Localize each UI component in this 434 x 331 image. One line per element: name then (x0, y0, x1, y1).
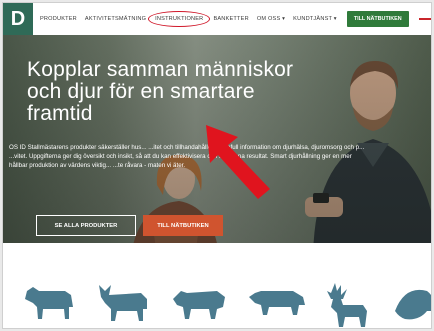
animal-categories (3, 247, 432, 329)
nav-item-produkter[interactable]: PRODUKTER (40, 16, 77, 22)
hero-headline: Kopplar samman människor och djur för en… (27, 58, 294, 125)
nav-item-om-oss[interactable]: OM OSS ▾ (257, 16, 285, 22)
fish-icon[interactable] (391, 281, 432, 325)
annotation-arrow-icon (206, 125, 270, 199)
sheep-icon[interactable] (171, 281, 227, 321)
hero-description: OS ID Stallmästarens produkter säkerstäl… (9, 144, 365, 169)
nav-item-banketter[interactable]: BANKETTER (213, 16, 248, 22)
top-navigation: D PRODUKTER AKTIVITETSMÄTNING INSTRUKTIO… (3, 3, 431, 35)
reindeer-icon[interactable] (321, 281, 371, 329)
brand-logo[interactable]: D (3, 3, 33, 35)
language-flag-icon[interactable] (418, 15, 431, 23)
browser-viewport: D PRODUKTER AKTIVITETSMÄTNING INSTRUKTIO… (2, 2, 432, 329)
nav-item-instruktioner[interactable]: INSTRUKTIONER (148, 11, 211, 27)
nav-item-aktivitetsmatning[interactable]: AKTIVITETSMÄTNING (85, 16, 146, 22)
shop-button[interactable]: TILL NÄTBUTIKEN (346, 11, 409, 27)
hero-banner: Kopplar samman människor och djur för en… (3, 35, 431, 243)
pig-icon[interactable] (247, 281, 307, 319)
nav-menu: PRODUKTER AKTIVITETSMÄTNING INSTRUKTIONE… (40, 11, 431, 27)
see-all-products-button[interactable]: SE ALLA PRODUKTER (36, 215, 136, 236)
cow-icon[interactable] (21, 281, 79, 321)
cattle-icon[interactable] (95, 281, 151, 323)
nav-item-kundtjanst[interactable]: KUNDTJÄNST ▾ (293, 16, 337, 22)
